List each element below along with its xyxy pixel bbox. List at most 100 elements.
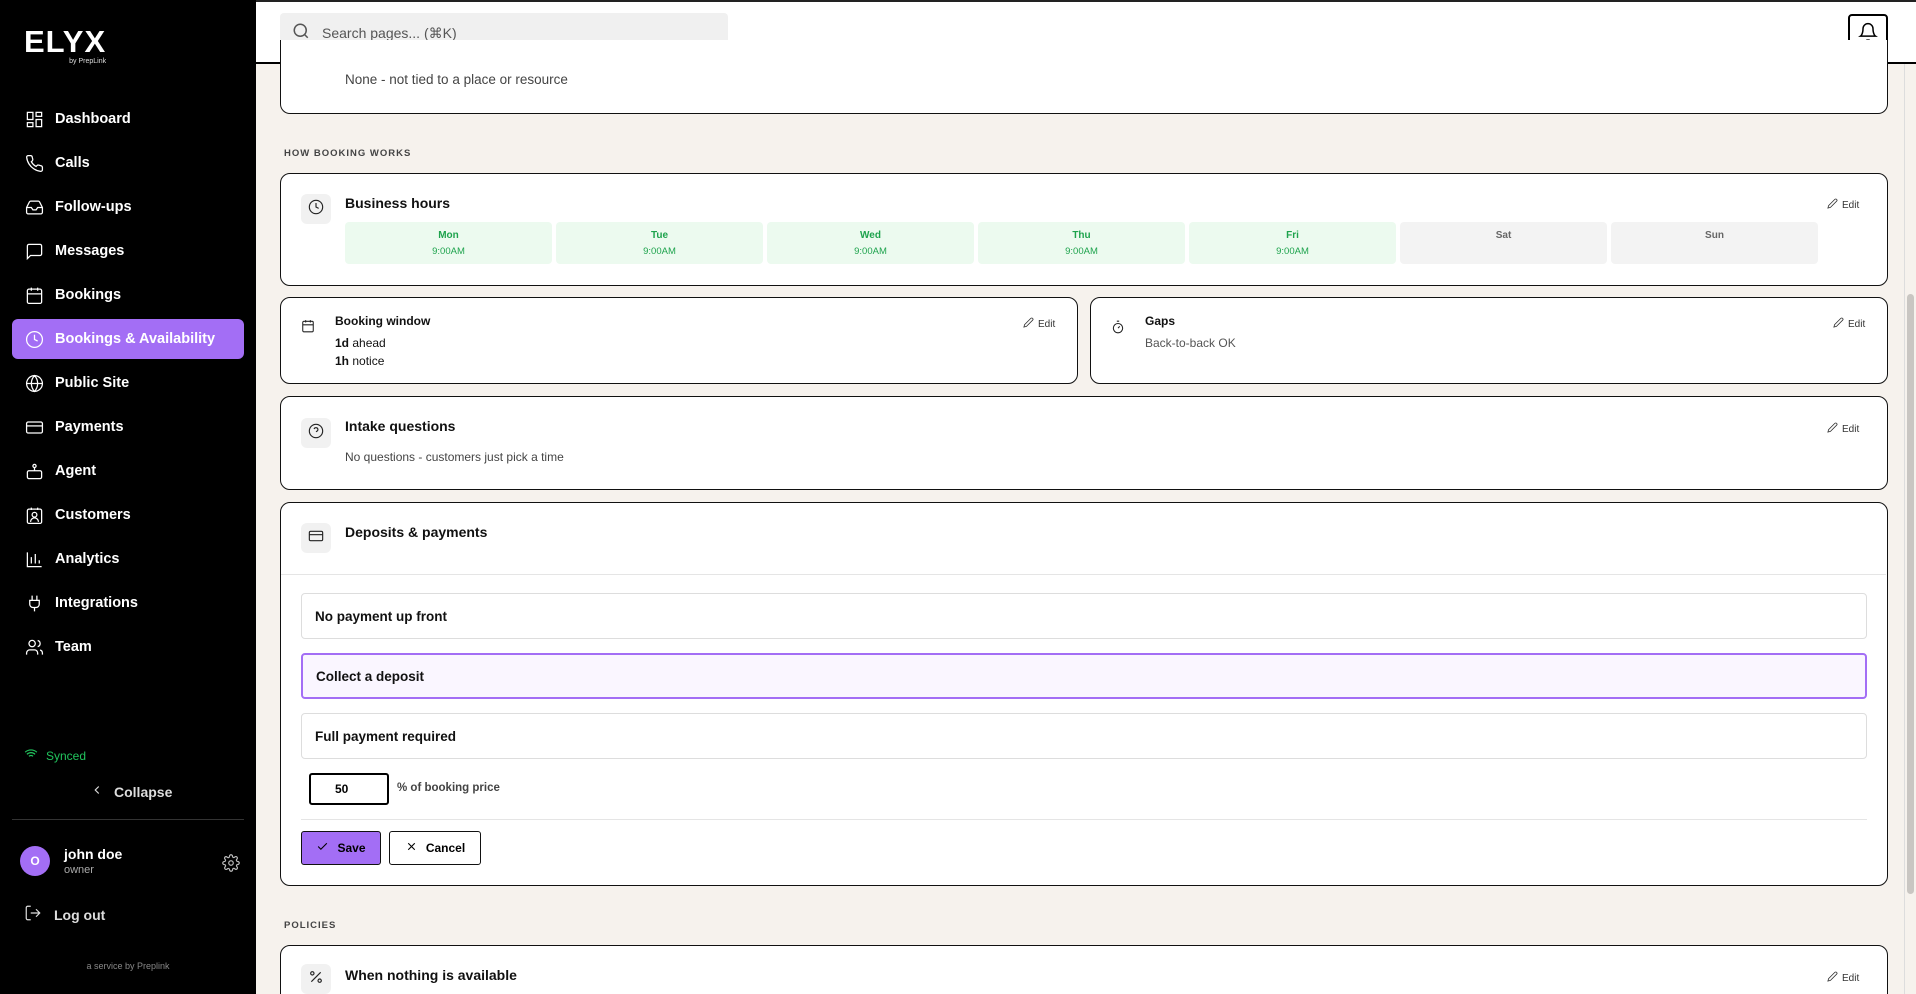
sidebar-divider <box>12 819 244 820</box>
day-name: Sat <box>1495 230 1512 241</box>
edit-label: Edit <box>1842 199 1860 211</box>
day-name: Mon <box>438 230 459 241</box>
sidebar-item-customers[interactable]: Customers <box>12 495 244 535</box>
collapse-button[interactable]: Collapse <box>90 783 172 800</box>
calendar-icon <box>301 319 315 338</box>
deposits-divider <box>281 574 1886 575</box>
gear-icon[interactable] <box>222 854 240 877</box>
day-name: Fri <box>1286 230 1299 241</box>
edit-label: Edit <box>1842 423 1860 435</box>
bot-icon <box>24 461 44 481</box>
booking-notice-value: 1h <box>335 354 350 368</box>
scrollbar-thumb[interactable] <box>1907 294 1914 894</box>
sidebar-item-label: Dashboard <box>55 111 131 127</box>
search-input[interactable] <box>322 25 702 41</box>
day-thu: Thu 9:00AM <box>978 222 1185 264</box>
sidebar-item-label: Public Site <box>55 375 130 391</box>
wifi-icon <box>24 747 46 764</box>
business-hours-edit-button[interactable]: Edit <box>1827 198 1859 212</box>
cancel-label: Cancel <box>425 841 466 855</box>
booking-ahead-value: 1d <box>335 336 350 350</box>
nothing-available-edit-button[interactable]: Edit <box>1827 971 1859 985</box>
brand-name: ELYX <box>24 24 107 59</box>
sidebar-nav: Dashboard Calls Follow-ups Messages Book… <box>12 99 244 671</box>
option-full-payment[interactable]: Full payment required <box>301 713 1867 759</box>
sidebar-item-bookings-availability[interactable]: Bookings & Availability <box>12 319 244 359</box>
business-hours-icon-box <box>301 194 331 224</box>
plug-icon <box>24 593 44 613</box>
sidebar-item-public-site[interactable]: Public Site <box>12 363 244 403</box>
inbox-icon <box>24 197 44 217</box>
clock-icon <box>308 199 324 220</box>
deposits-title: Deposits & payments <box>345 524 488 540</box>
logout-icon <box>24 904 54 925</box>
sidebar-item-integrations[interactable]: Integrations <box>12 583 244 623</box>
booking-window-edit-button[interactable]: Edit <box>1023 317 1055 331</box>
nothing-available-icon-box <box>301 964 331 994</box>
sidebar-item-label: Messages <box>55 243 125 259</box>
sidebar-item-calls[interactable]: Calls <box>12 143 244 183</box>
check-icon <box>316 840 337 856</box>
intake-questions-card: Intake questions Edit No questions - cus… <box>280 396 1888 490</box>
percent-icon <box>308 969 324 990</box>
option-label: No payment up front <box>315 608 447 624</box>
sidebar-item-dashboard[interactable]: Dashboard <box>12 99 244 139</box>
edit-label: Edit <box>1848 318 1866 330</box>
user-name: john doe <box>64 846 123 862</box>
day-time: 9:00AM <box>1065 246 1098 257</box>
sidebar-item-bookings[interactable]: Bookings <box>12 275 244 315</box>
user-profile[interactable]: O john doe owner <box>20 846 240 876</box>
day-time: 9:00AM <box>1276 246 1309 257</box>
sidebar-item-messages[interactable]: Messages <box>12 231 244 271</box>
sidebar-item-team[interactable]: Team <box>12 627 244 667</box>
sidebar-item-label: Team <box>55 639 92 655</box>
sidebar-item-label: Bookings & Availability <box>55 331 216 347</box>
brand-logo[interactable]: ELYX by PrepLink <box>24 26 106 65</box>
sidebar-item-analytics[interactable]: Analytics <box>12 539 244 579</box>
cancel-button[interactable]: Cancel <box>389 831 481 865</box>
sidebar: ELYX by PrepLink Dashboard Calls Follow-… <box>0 0 256 994</box>
business-hours-card: Business hours Edit Mon 9:00AM Tue 9:00AM … <box>280 173 1888 286</box>
gaps-card: Gaps Edit Back-to-back OK <box>1090 297 1888 384</box>
booking-window-title: Booking window <box>335 314 431 328</box>
day-name: Thu <box>1072 230 1091 241</box>
save-button[interactable]: Save <box>301 831 381 865</box>
option-no-payment[interactable]: No payment up front <box>301 593 1867 639</box>
day-mon: Mon 9:00AM <box>345 222 552 264</box>
gaps-title: Gaps <box>1145 314 1176 328</box>
globe-icon <box>24 373 44 393</box>
main-scrollbar[interactable] <box>1904 64 1916 994</box>
option-label: Full payment required <box>315 728 457 744</box>
option-label: Collect a deposit <box>316 668 425 684</box>
contact-icon <box>24 505 44 525</box>
sidebar-item-agent[interactable]: Agent <box>12 451 244 491</box>
timer-icon <box>1111 320 1125 339</box>
deposits-icon-box <box>301 523 331 553</box>
booking-window-card: Booking window Edit 1d ahead 1h notice <box>280 297 1078 384</box>
save-label: Save <box>337 841 366 855</box>
edit-label: Edit <box>1038 318 1056 330</box>
booking-notice-label: notice <box>352 354 385 368</box>
day-sat: Sat <box>1400 222 1607 264</box>
booking-ahead: 1d ahead <box>335 336 386 350</box>
pencil-icon <box>1023 317 1038 331</box>
users-icon <box>24 637 44 657</box>
logout-button[interactable]: Log out <box>24 904 105 925</box>
intake-edit-button[interactable]: Edit <box>1827 422 1859 436</box>
sidebar-item-follow-ups[interactable]: Follow-ups <box>12 187 244 227</box>
section-how-booking-works: HOW BOOKING WORKS <box>284 148 412 159</box>
pencil-icon <box>1833 317 1848 331</box>
day-tue: Tue 9:00AM <box>556 222 763 264</box>
day-time: 9:00AM <box>643 246 676 257</box>
deposit-percent-input[interactable] <box>309 773 389 805</box>
nothing-available-title: When nothing is available <box>345 967 517 983</box>
avatar: O <box>20 846 50 876</box>
day-sun: Sun <box>1611 222 1818 264</box>
help-circle-icon <box>308 423 324 444</box>
deposits-payments-card: Deposits & payments No payment up front … <box>280 502 1888 886</box>
section-policies: POLICIES <box>284 920 337 931</box>
option-collect-deposit[interactable]: Collect a deposit <box>301 653 1867 699</box>
gaps-edit-button[interactable]: Edit <box>1833 317 1865 331</box>
sidebar-item-payments[interactable]: Payments <box>12 407 244 447</box>
day-name: Wed <box>860 230 881 241</box>
